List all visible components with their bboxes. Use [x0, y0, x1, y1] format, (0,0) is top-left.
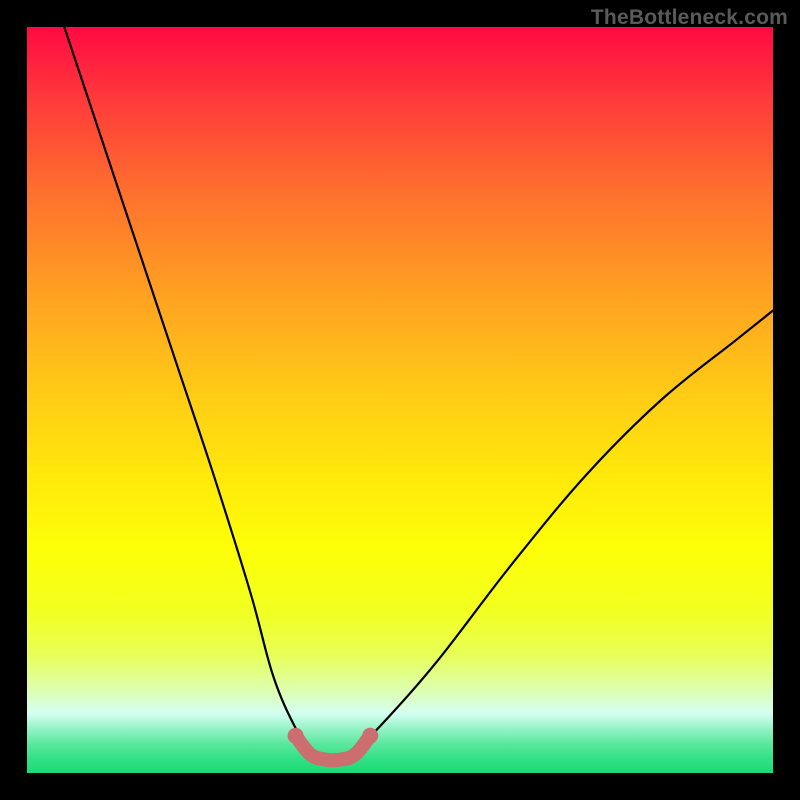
- watermark-text: TheBottleneck.com: [591, 6, 788, 30]
- chart-frame: TheBottleneck.com: [0, 0, 800, 800]
- highlight-segment: [296, 736, 371, 761]
- highlight-dots: [288, 728, 379, 744]
- curve-svg: [27, 27, 773, 773]
- plot-area: [27, 27, 773, 773]
- bottleneck-curve: [64, 27, 773, 759]
- highlight-dot: [362, 728, 378, 744]
- highlight-dot: [288, 728, 304, 744]
